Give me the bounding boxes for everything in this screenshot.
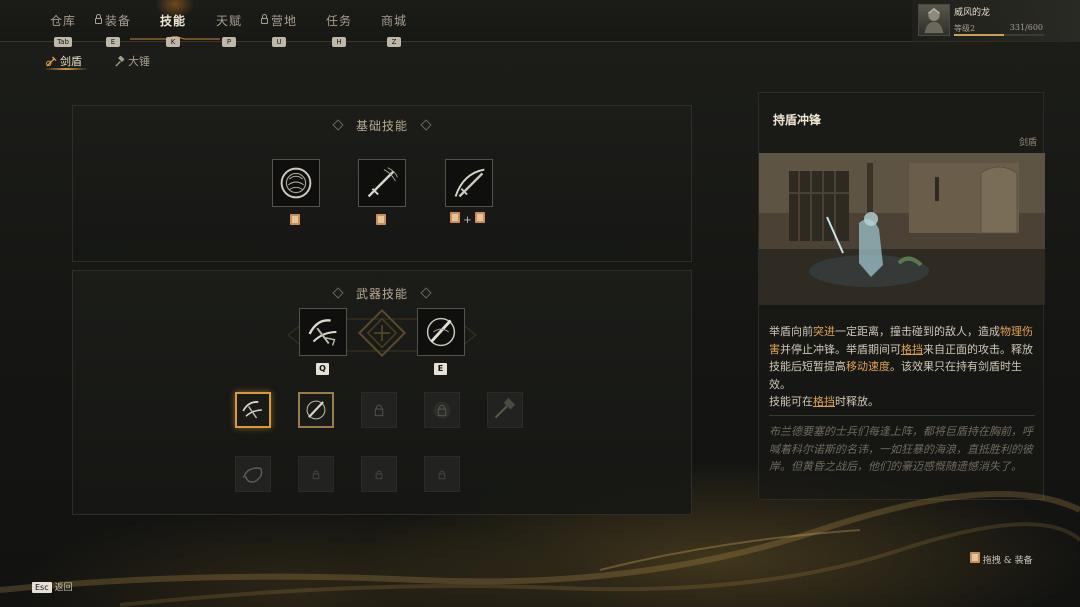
blade-spin-icon — [426, 317, 456, 347]
tab-equipment-label: 装备 — [104, 14, 131, 28]
tab-equipment-key: E — [106, 37, 120, 47]
skill-slot-locked-4[interactable] — [298, 456, 334, 492]
diamond-ornament-icon — [332, 119, 344, 131]
weapon-tab-underline — [44, 68, 88, 70]
back-button[interactable]: Esc 返回 — [32, 580, 73, 593]
diamond-ornament-icon — [332, 287, 344, 299]
tab-quests-label: 任务 — [325, 14, 352, 28]
tab-warehouse-key: Tab — [54, 37, 72, 47]
tab-camp-label: 营地 — [270, 14, 297, 28]
skill-preview-image — [759, 153, 1045, 305]
skill-book-icon — [450, 212, 460, 223]
skill-slot-locked-1[interactable] — [361, 392, 397, 428]
skill-slot-locked-6[interactable] — [424, 456, 460, 492]
diamond-ornament-icon — [420, 287, 432, 299]
equipped-skill-q[interactable] — [299, 308, 347, 356]
tab-equipment[interactable]: 装备 E — [83, 12, 143, 48]
basic-skill-1-requirement — [290, 214, 300, 228]
equipped-skill-e[interactable] — [417, 308, 465, 356]
basic-skill-2[interactable] — [358, 159, 406, 207]
tab-skills[interactable]: 技能 K — [143, 12, 203, 48]
skill-slot-shield-charge[interactable] — [235, 392, 271, 428]
skill-preview-scene — [759, 153, 1045, 305]
skill-key-e: E — [434, 363, 447, 375]
tab-shop-key: Z — [387, 37, 401, 47]
hammer-strike-icon — [494, 398, 516, 419]
tab-camp[interactable]: 营地 U — [249, 12, 309, 48]
tab-shop-label: 商城 — [380, 14, 407, 28]
tab-shop[interactable]: 商城 Z — [364, 12, 424, 48]
tab-quests-key: H — [332, 37, 346, 47]
shield-charge-icon — [308, 319, 337, 346]
lock-icon — [438, 470, 446, 480]
shield-charge-icon — [242, 401, 262, 419]
skill-slot-whirlwind[interactable] — [235, 456, 271, 492]
lock-icon — [260, 14, 268, 24]
lock-icon — [375, 470, 383, 480]
basic-skill-3[interactable] — [445, 159, 493, 207]
skill-slot-locked-2[interactable] — [424, 392, 460, 428]
weapon-tab-hammer[interactable]: 大锤 — [114, 53, 150, 70]
xp-bar — [954, 34, 1044, 36]
keyword-link-block[interactable]: 格挡 — [813, 395, 835, 408]
xp-bar-fill — [954, 34, 1004, 36]
skill-book-icon — [474, 212, 485, 223]
avatar — [918, 4, 950, 36]
esc-key: Esc — [32, 582, 52, 593]
hammer-icon — [114, 55, 125, 70]
skill-book-icon — [376, 214, 386, 225]
basic-skill-2-requirement — [376, 214, 386, 228]
whirlwind-icon — [242, 467, 263, 483]
sword-thrust-icon — [367, 167, 398, 198]
skill-key-q: Q — [316, 363, 329, 375]
skill-description: 举盾向前突进一定距离，撞击碰到的敌人，造成物理伤害并停止冲锋。举盾期间可格挡来自… — [769, 325, 1033, 408]
keyword-link-block[interactable]: 格挡 — [901, 343, 923, 356]
lock-icon — [312, 470, 320, 480]
lock-icon — [94, 14, 102, 24]
skill-slot-locked-5[interactable] — [361, 456, 397, 492]
weapon-tab-sword-shield-label: 剑盾 — [60, 55, 82, 68]
player-profile[interactable]: 威风的龙 等级2 331/600 — [912, 0, 1080, 42]
basic-skill-3-requirement: + — [450, 212, 485, 226]
player-xp: 331/600 — [1009, 23, 1043, 32]
blade-spin-icon — [306, 400, 326, 420]
weapon-skills-title: 武器技能 — [282, 285, 482, 302]
skill-detail-category: 剑盾 — [1018, 138, 1037, 148]
tab-camp-key: U — [272, 37, 286, 47]
tab-quests[interactable]: 任务 H — [309, 12, 369, 48]
plus-label: + — [463, 215, 472, 226]
skill-slot-blade-spin[interactable] — [298, 392, 334, 428]
diamond-ornament-icon — [420, 119, 432, 131]
back-label: 返回 — [54, 583, 73, 593]
tab-skills-key: K — [166, 37, 180, 47]
sword-slash-icon — [454, 168, 485, 198]
weapon-tab-hammer-label: 大锤 — [128, 55, 150, 68]
skill-slot-locked-3[interactable] — [487, 392, 523, 428]
skill-detail-title: 持盾冲锋 — [773, 113, 822, 127]
basic-skill-1[interactable] — [272, 159, 320, 207]
skill-detail-panel: 持盾冲锋 剑盾 举盾向前突进一定距离，撞击碰到的敌人，造成物理伤害并停止冲锋。举… — [758, 92, 1045, 500]
skill-lore-text: 布兰德要塞的士兵们每逢上阵，都将巨盾持在胸前，呼喊着科尔诺斯的名讳，一如狂暴的海… — [769, 425, 1033, 473]
warrior-portrait-icon — [924, 7, 944, 34]
player-level: 等级2 — [954, 24, 976, 33]
skill-book-icon — [970, 552, 980, 563]
player-name: 威风的龙 — [954, 8, 991, 18]
round-shield-icon — [280, 167, 312, 199]
basic-skills-title: 基础技能 — [282, 117, 482, 134]
detail-divider — [769, 415, 1035, 416]
lock-icon — [374, 404, 384, 417]
tab-talents-key: P — [222, 37, 236, 47]
drag-equip-hint: 拖拽 & 装备 — [970, 552, 1033, 566]
skill-book-icon — [290, 214, 300, 225]
lock-icon — [433, 401, 451, 419]
tab-skills-label: 技能 — [159, 14, 186, 28]
